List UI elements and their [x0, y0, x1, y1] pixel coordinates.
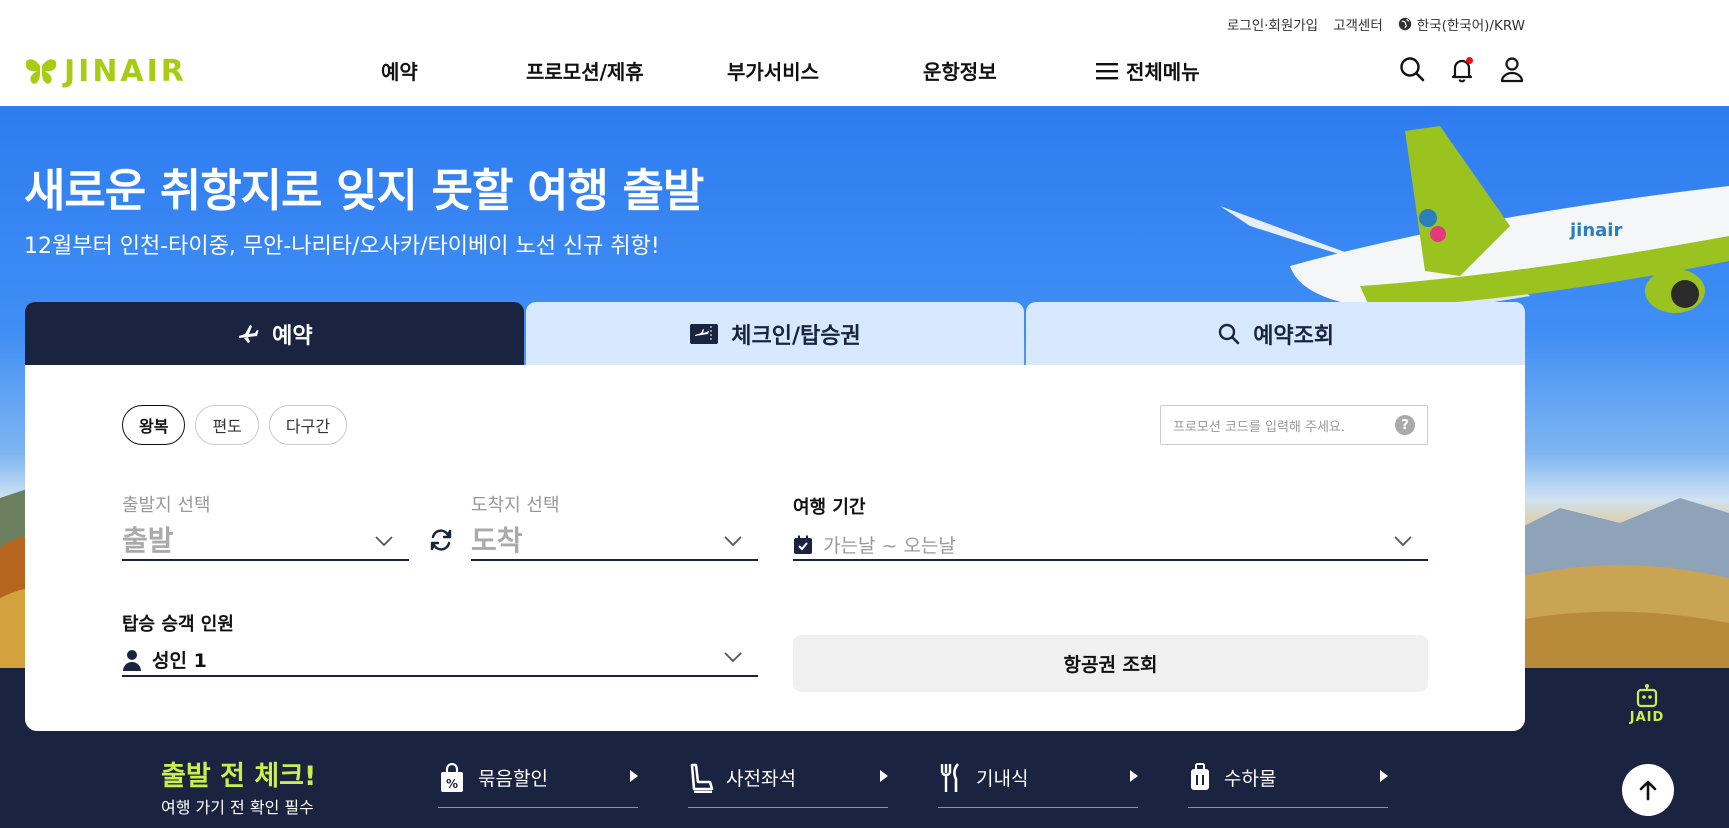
trip-type-round[interactable]: 왕복 — [122, 405, 186, 445]
play-arrow-icon — [630, 770, 638, 782]
origin-select[interactable]: 출발지 선택 출발 — [122, 491, 409, 561]
chevron-down-icon — [375, 536, 393, 547]
chatbot-button[interactable]: JAID — [1622, 684, 1672, 730]
destination-value: 도착 — [471, 524, 523, 557]
travel-dates-label: 여행 기간 — [793, 497, 866, 518]
destination-select[interactable]: 도착지 선택 도착 — [471, 491, 758, 561]
nav-booking[interactable]: 예약 — [381, 56, 418, 85]
play-arrow-icon — [1130, 770, 1138, 782]
menu-icon — [1096, 62, 1118, 79]
utility-bar: 로그인·회원가입 고객센터 한국(한국어)/KRW — [1227, 14, 1525, 34]
travel-dates-value: 가는날 ~ 오는날 — [793, 531, 956, 558]
quick-item-label: 기내식 — [976, 768, 1029, 790]
language-selector[interactable]: 한국(한국어)/KRW — [1398, 14, 1525, 34]
passenger-count: 성인 1 — [152, 650, 207, 672]
hero-subtitle: 12월부터 인천-타이중, 무안-나리타/오사카/타이베이 노선 신규 취항! — [24, 234, 660, 259]
destination-label: 도착지 선택 — [471, 495, 560, 516]
user-icon[interactable] — [1497, 54, 1527, 84]
play-arrow-icon — [880, 770, 888, 782]
travel-dates-placeholder: 가는날 ~ 오는날 — [823, 535, 956, 557]
robot-icon — [1636, 684, 1658, 708]
bell-icon[interactable] — [1447, 54, 1477, 84]
trip-type-oneway[interactable]: 편도 — [195, 405, 259, 445]
swap-icon[interactable] — [426, 525, 456, 555]
promo-code-placeholder: 프로모션 코드를 입력해 주세요. — [1173, 419, 1346, 435]
quick-item-meal[interactable]: 기내식 — [938, 754, 1138, 808]
quick-item-label: 사전좌석 — [726, 768, 796, 790]
tab-lookup-label: 예약조회 — [1253, 323, 1335, 349]
svg-text:%: % — [446, 777, 458, 791]
chevron-down-icon — [724, 652, 742, 663]
quick-check-subtitle: 여행 가기 전 확인 필수 — [161, 798, 314, 817]
quick-item-label: 수하물 — [1224, 768, 1277, 790]
tab-checkin[interactable]: 체크인/탑승권 — [525, 302, 1025, 365]
quick-item-bundle-discount[interactable]: % 묶음할인 — [438, 754, 638, 808]
search-icon — [1218, 323, 1240, 344]
back-to-top-button[interactable] — [1622, 764, 1674, 816]
hero-title: 새로운 취항지로 잊지 못할 여행 출발 — [24, 164, 704, 217]
globe-icon — [1398, 17, 1411, 31]
nav-all-menu-label: 전체메뉴 — [1126, 60, 1200, 84]
plane-icon — [239, 324, 259, 343]
flight-search-button[interactable]: 항공권 조회 — [793, 635, 1428, 692]
origin-value: 출발 — [122, 524, 174, 557]
promo-code-input[interactable]: 프로모션 코드를 입력해 주세요. ? — [1160, 405, 1428, 445]
tab-checkin-label: 체크인/탑승권 — [731, 323, 861, 349]
passenger-label: 탑승 승객 인원 — [122, 614, 234, 635]
chevron-down-icon — [1394, 536, 1412, 547]
language-label: 한국(한국어)/KRW — [1416, 18, 1525, 34]
person-icon — [123, 649, 141, 671]
customer-center-link[interactable]: 고객센터 — [1333, 14, 1383, 34]
trip-type-multicity[interactable]: 다구간 — [268, 405, 348, 445]
header-icons — [1397, 54, 1527, 84]
arrow-up-icon — [1639, 780, 1657, 801]
search-icon[interactable] — [1397, 54, 1427, 84]
seat-icon — [690, 763, 714, 793]
luggage-icon — [1191, 762, 1209, 790]
chatbot-label: JAID — [1629, 710, 1665, 725]
trip-type-selector: 왕복 편도 다구간 — [122, 405, 348, 445]
passenger-select[interactable]: 탑승 승객 인원 성인 1 — [122, 610, 758, 677]
nav-extra-services[interactable]: 부가서비스 — [727, 56, 819, 85]
chevron-down-icon — [724, 536, 742, 547]
quick-item-seat[interactable]: 사전좌석 — [688, 754, 888, 808]
quick-item-label: 묶음할인 — [478, 768, 548, 790]
nav-promotion[interactable]: 프로모션/제휴 — [526, 56, 644, 85]
booking-tabs: 예약 체크인/탑승권 예약조회 — [25, 302, 1526, 365]
ticket-icon — [690, 323, 719, 344]
notification-dot — [1466, 57, 1473, 64]
tab-booking[interactable]: 예약 — [25, 302, 524, 365]
tab-booking-label: 예약 — [272, 323, 313, 349]
discount-bag-icon: % — [441, 762, 463, 792]
svg-text:jinair: jinair — [1569, 220, 1622, 241]
calendar-icon — [794, 535, 812, 554]
meal-icon — [940, 762, 960, 792]
play-arrow-icon — [1380, 770, 1388, 782]
booking-panel: 왕복 편도 다구간 프로모션 코드를 입력해 주세요. ? 출발지 선택 출발 … — [25, 365, 1525, 731]
origin-label: 출발지 선택 — [122, 495, 211, 516]
passenger-value: 성인 1 — [122, 646, 207, 673]
quick-check-title: 출발 전 체크! — [161, 761, 317, 792]
travel-dates-select[interactable]: 여행 기간 가는날 ~ 오는날 — [793, 493, 1428, 561]
tab-reservation-lookup[interactable]: 예약조회 — [1026, 302, 1526, 365]
nav-all-menu[interactable]: 전체메뉴 — [1096, 56, 1200, 85]
quick-item-baggage[interactable]: 수하물 — [1188, 754, 1388, 808]
login-link[interactable]: 로그인·회원가입 — [1227, 14, 1318, 34]
nav-flight-info[interactable]: 운항정보 — [923, 56, 997, 85]
help-icon[interactable]: ? — [1395, 415, 1415, 435]
